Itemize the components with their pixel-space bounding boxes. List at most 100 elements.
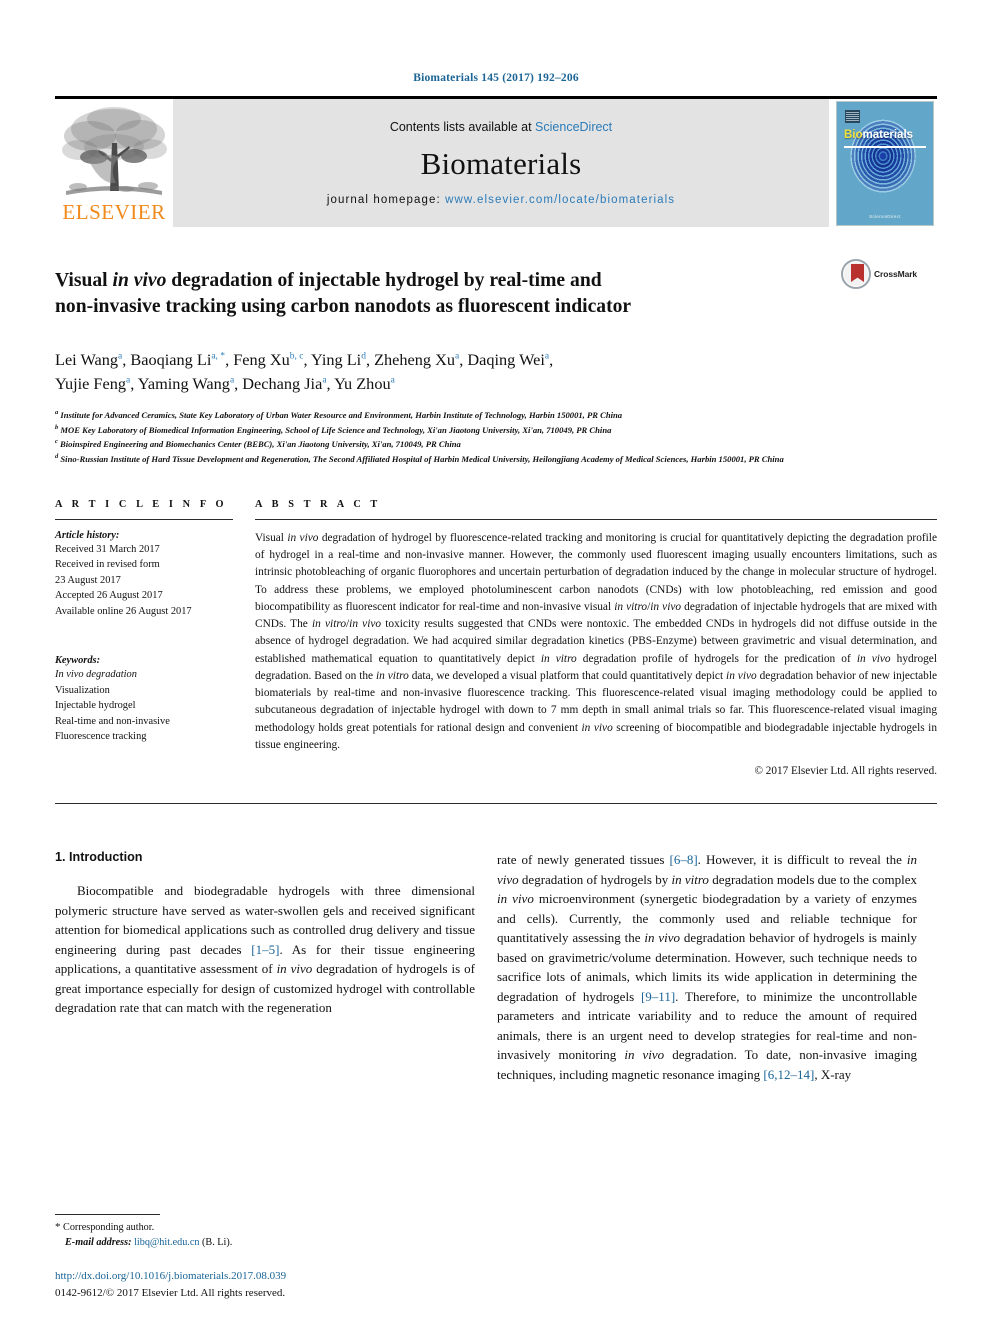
author-affiliation-marker: a (544, 351, 550, 362)
affiliation-marker: b (55, 423, 59, 431)
article-history-line: Available online 26 August 2017 (55, 605, 192, 617)
affiliation-item: d Sino-Russian Institute of Hard Tissue … (55, 452, 937, 467)
page-title: Visual in vivo degradation of injectable… (55, 268, 841, 320)
keywords-block: Keywords: In vivo degradation Visualizati… (55, 655, 233, 745)
crossmark-badge[interactable]: CrossMark (841, 255, 937, 289)
author-line-1: Lei Wanga, Baoqiang Lia, *, Feng Xub, c,… (55, 349, 554, 369)
affiliation-text: Sino-Russian Institute of Hard Tissue De… (60, 454, 784, 465)
author-affiliation-marker: a (126, 375, 131, 386)
affiliation-marker: c (55, 438, 58, 446)
affiliation-item: a Institute for Advanced Ceramics, State… (55, 408, 937, 423)
cover-title: Biomaterials (844, 129, 913, 141)
article-info-heading: A R T I C L E I N F O (55, 498, 228, 510)
author-name: Zheheng Xu (374, 349, 456, 369)
author-affiliation-marker: a (118, 351, 123, 362)
masthead-center: Contents lists available at ScienceDirec… (173, 99, 829, 227)
section-heading-introduction: 1. Introduction (55, 850, 143, 865)
keyword-item: Visualization (55, 684, 110, 696)
affiliation-marker: d (55, 453, 59, 461)
abstract-divider (255, 518, 937, 520)
contents-available-line: Contents lists available at ScienceDirec… (390, 120, 612, 134)
elsevier-wordmark: ELSEVIER (62, 200, 166, 224)
journal-homepage-link[interactable]: www.elsevier.com/locate/biomaterials (445, 194, 675, 206)
author-line-2: Yujie Fenga, Yaming Wanga, Dechang Jiaa,… (55, 374, 395, 394)
author-affiliation-marker: a (390, 375, 395, 386)
cover-footer: ScienceDirect (869, 213, 901, 219)
journal-homepage-line: journal homepage: www.elsevier.com/locat… (327, 194, 675, 206)
body-columns: 1. Introduction Biocompatible and biodeg… (55, 850, 937, 1084)
author-name: Daqing Wei (467, 349, 545, 369)
doi-link[interactable]: http://dx.doi.org/10.1016/j.biomaterials… (55, 1268, 535, 1285)
cover-divider (844, 145, 926, 148)
homepage-prefix: journal homepage: (326, 194, 446, 206)
author-list: Lei Wanga, Baoqiang Lia, *, Feng Xub, c,… (55, 348, 755, 397)
body-column-right: rate of newly generated tissues [6–8]. H… (497, 850, 917, 1084)
crossmark-label: CrossMark (874, 269, 918, 279)
running-head: Biomaterials 145 (2017) 192–206 (413, 72, 579, 84)
paper-page: Biomaterials 145 (2017) 192–206 ELSEVIER… (0, 0, 992, 1323)
email-line: E-mail address: libq@hit.edu.cn (B. Li). (55, 1236, 475, 1251)
author-name: Feng Xu (233, 349, 290, 369)
affiliation-text: MOE Key Laboratory of Biomedical Informa… (60, 424, 612, 435)
doi-block: http://dx.doi.org/10.1016/j.biomaterials… (55, 1268, 535, 1301)
footnote-divider (55, 1214, 160, 1216)
journal-masthead: ELSEVIER Contents lists available at Sci… (55, 96, 937, 227)
author-affiliation-marker: a (322, 375, 327, 386)
crossmark-icon (841, 259, 871, 289)
author-name: Ying Li (311, 349, 362, 369)
email-label: E-mail address: (65, 1237, 132, 1249)
title-block: Visual in vivo degradation of injectable… (55, 255, 937, 333)
masthead-right: Biomaterials ScienceDirect (833, 99, 937, 227)
author-affiliation-marker: d (361, 351, 366, 362)
contents-prefix: Contents lists available at (389, 120, 536, 134)
author-name: Lei Wang (55, 349, 119, 369)
author-name: Baoqiang Li (130, 349, 212, 369)
author-name: Yujie Feng (55, 374, 126, 394)
keyword-item: Fluorescence tracking (55, 731, 147, 743)
affiliation-list: a Institute for Advanced Ceramics, State… (55, 408, 937, 467)
author-affiliation-marker: b, c (289, 351, 304, 362)
article-history-line: Received in revised form (55, 559, 160, 571)
keyword-item: Real-time and non-invasive (55, 715, 170, 727)
journal-cover-thumbnail: Biomaterials ScienceDirect (836, 100, 934, 226)
affiliation-item: c Bioinspired Engineering and Biomechani… (55, 437, 937, 452)
keyword-item: In vivo degradation (55, 668, 137, 680)
email-suffix: (B. Li). (199, 1237, 233, 1249)
affiliation-marker: a (55, 408, 59, 416)
keywords-label: Keywords: (55, 654, 101, 666)
article-history-line: Accepted 26 August 2017 (55, 590, 163, 602)
footnote-block: * Corresponding author. E-mail address: … (55, 1214, 475, 1251)
sciencedirect-link[interactable]: ScienceDirect (535, 120, 612, 134)
intro-paragraph-right: rate of newly generated tissues [6–8]. H… (497, 852, 918, 1082)
body-top-divider (55, 803, 937, 805)
cover-title-rest: materials (862, 128, 914, 141)
elsevier-tree-icon (62, 107, 167, 195)
article-history-label: Article history: (55, 529, 120, 541)
abstract-text: Visual in vivo degradation of hydrogel b… (255, 531, 938, 751)
email-link[interactable]: libq@hit.edu.cn (134, 1237, 199, 1248)
affiliation-text: Institute for Advanced Ceramics, State K… (60, 409, 623, 420)
issn-copyright-line: 0142-9612/© 2017 Elsevier Ltd. All right… (55, 1286, 286, 1299)
title-line-2: non-invasive tracking using carbon nanod… (55, 295, 632, 317)
article-history-line: Received 31 March 2017 (55, 543, 160, 555)
affiliation-text: Bioinspired Engineering and Biomechanics… (60, 439, 461, 450)
cover-chip-icon (845, 109, 860, 123)
corresponding-text: Corresponding author. (60, 1222, 155, 1234)
author-name: Yaming Wang (137, 374, 230, 394)
abstract-column: A B S T R A C T Visual in vivo degradati… (255, 499, 937, 777)
article-info-column: A R T I C L E I N F O Article history: R… (55, 499, 255, 777)
author-affiliation-marker: a (455, 351, 460, 362)
corresponding-author-line: * Corresponding author. (55, 1220, 475, 1236)
title-line-1: Visual in vivo degradation of injectable… (55, 270, 602, 292)
keywords-lines: In vivo degradation Visualization Injectab… (55, 667, 233, 745)
copyright-line: © 2017 Elsevier Ltd. All rights reserved… (754, 765, 938, 778)
abstract-heading: A B S T R A C T (255, 498, 381, 510)
publisher-logo: ELSEVIER (55, 99, 173, 227)
author-name: Dechang Jia (242, 374, 323, 394)
body-column-left: 1. Introduction Biocompatible and biodeg… (55, 850, 475, 1084)
article-history-line: 23 August 2017 (55, 574, 121, 586)
cover-title-bio: Bio (844, 128, 863, 141)
author-affiliation-marker: a, * (211, 351, 226, 362)
intro-paragraph-left: Biocompatible and biodegradable hydrogel… (55, 883, 475, 1016)
keyword-item: Injectable hydrogel (55, 700, 136, 712)
